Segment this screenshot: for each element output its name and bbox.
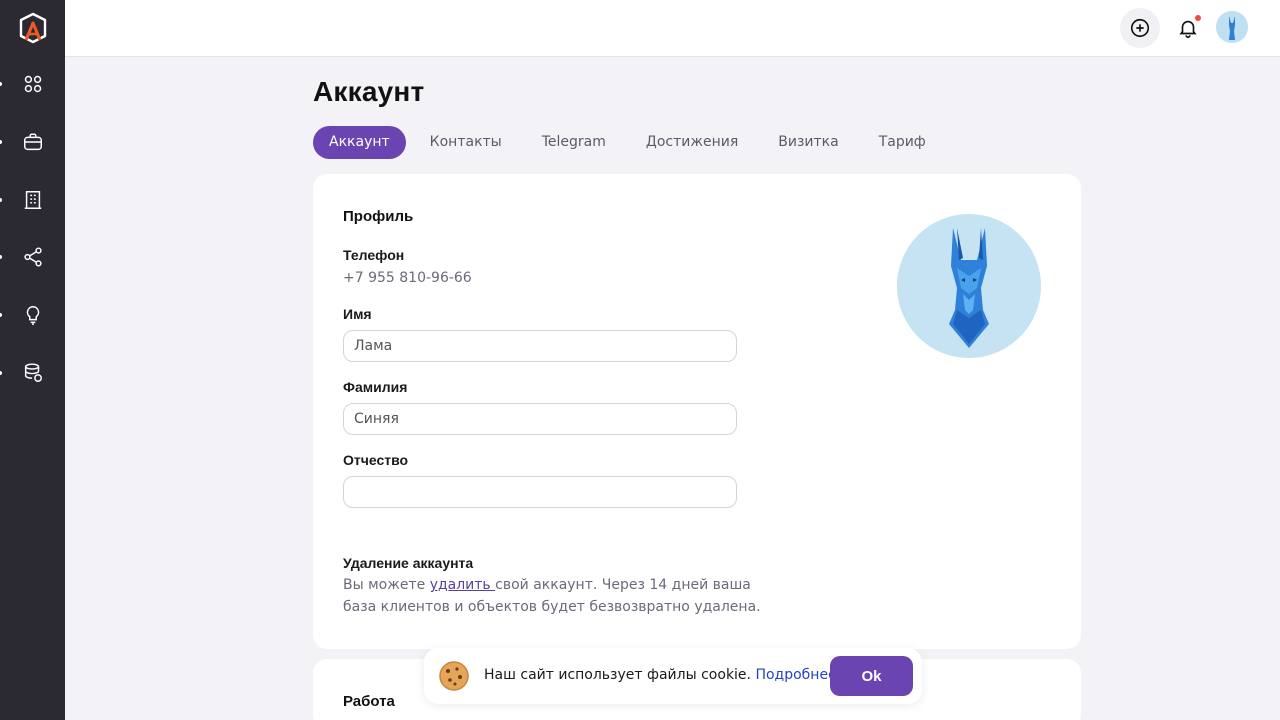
share-icon (23, 247, 42, 267)
lightbulb-icon (26, 306, 39, 325)
sidebar-item-network[interactable] (0, 237, 65, 277)
sidebar-item-deals[interactable] (0, 122, 65, 162)
tab-account[interactable]: Аккаунт (313, 126, 406, 159)
tab-bar: Аккаунт Контакты Telegram Достижения Виз… (313, 126, 950, 159)
grid-icon (24, 75, 41, 93)
tab-achievements[interactable]: Достижения (630, 126, 754, 159)
sidebar (0, 0, 65, 720)
tab-business-card[interactable]: Визитка (762, 126, 854, 159)
nav-marker (0, 371, 2, 375)
cookie-more-link[interactable]: Подробнее (755, 667, 836, 683)
patronymic-field[interactable] (343, 476, 737, 508)
tab-contacts[interactable]: Контакты (414, 126, 518, 159)
nav-marker (0, 255, 2, 259)
profile-heading: Профиль (343, 208, 414, 225)
notification-badge (1195, 15, 1201, 21)
nav-marker (0, 313, 2, 317)
cookie-text: Наш сайт использует файлы cookie. Подроб… (484, 667, 837, 683)
phone-label: Телефон (343, 247, 405, 263)
delete-account-link[interactable]: удалить (430, 577, 495, 593)
tab-telegram[interactable]: Telegram (526, 126, 622, 159)
cookie-banner: Наш сайт использует файлы cookie. Подроб… (424, 648, 922, 704)
phone-value: +7 955 810-96-66 (343, 270, 472, 286)
work-heading: Работа (343, 693, 395, 710)
nav-marker (0, 140, 2, 144)
database-icon (24, 363, 42, 382)
cookie-message: Наш сайт использует файлы cookie. (484, 667, 756, 683)
user-avatar[interactable] (1216, 11, 1248, 43)
profile-photo[interactable] (897, 214, 1041, 358)
plus-circle-icon (1130, 18, 1150, 38)
sidebar-item-objects[interactable] (0, 180, 65, 220)
first-name-field[interactable] (343, 330, 737, 362)
cookie-icon (439, 661, 469, 691)
notifications-button[interactable] (1172, 12, 1204, 44)
last-name-field[interactable] (343, 403, 737, 435)
briefcase-icon (23, 133, 42, 151)
sidebar-item-dashboard[interactable] (0, 64, 65, 104)
delete-text-before: Вы можете (343, 577, 430, 593)
top-bar (65, 0, 1280, 57)
add-button[interactable] (1120, 8, 1160, 48)
building-icon (24, 191, 41, 209)
sidebar-item-ideas[interactable] (0, 295, 65, 335)
llama-avatar-icon (1216, 11, 1248, 43)
first-name-label: Имя (343, 306, 372, 322)
tab-tariff[interactable]: Тариф (863, 126, 942, 159)
nav-marker (0, 198, 2, 202)
cookie-ok-button[interactable]: Ok (830, 656, 913, 696)
patronymic-label: Отчество (343, 452, 409, 468)
sidebar-item-database[interactable] (0, 353, 65, 393)
delete-account-heading: Удаление аккаунта (343, 555, 474, 571)
app-logo[interactable] (17, 12, 49, 44)
llama-photo-icon (897, 214, 1041, 358)
page-title: Аккаунт (313, 76, 425, 107)
nav-marker (0, 82, 2, 86)
delete-account-text: Вы можете удалить свой аккаунт. Через 14… (343, 574, 763, 618)
last-name-label: Фамилия (343, 379, 408, 395)
profile-card: Профиль Телефон +7 955 810-96-66 Имя Фам… (313, 174, 1081, 649)
